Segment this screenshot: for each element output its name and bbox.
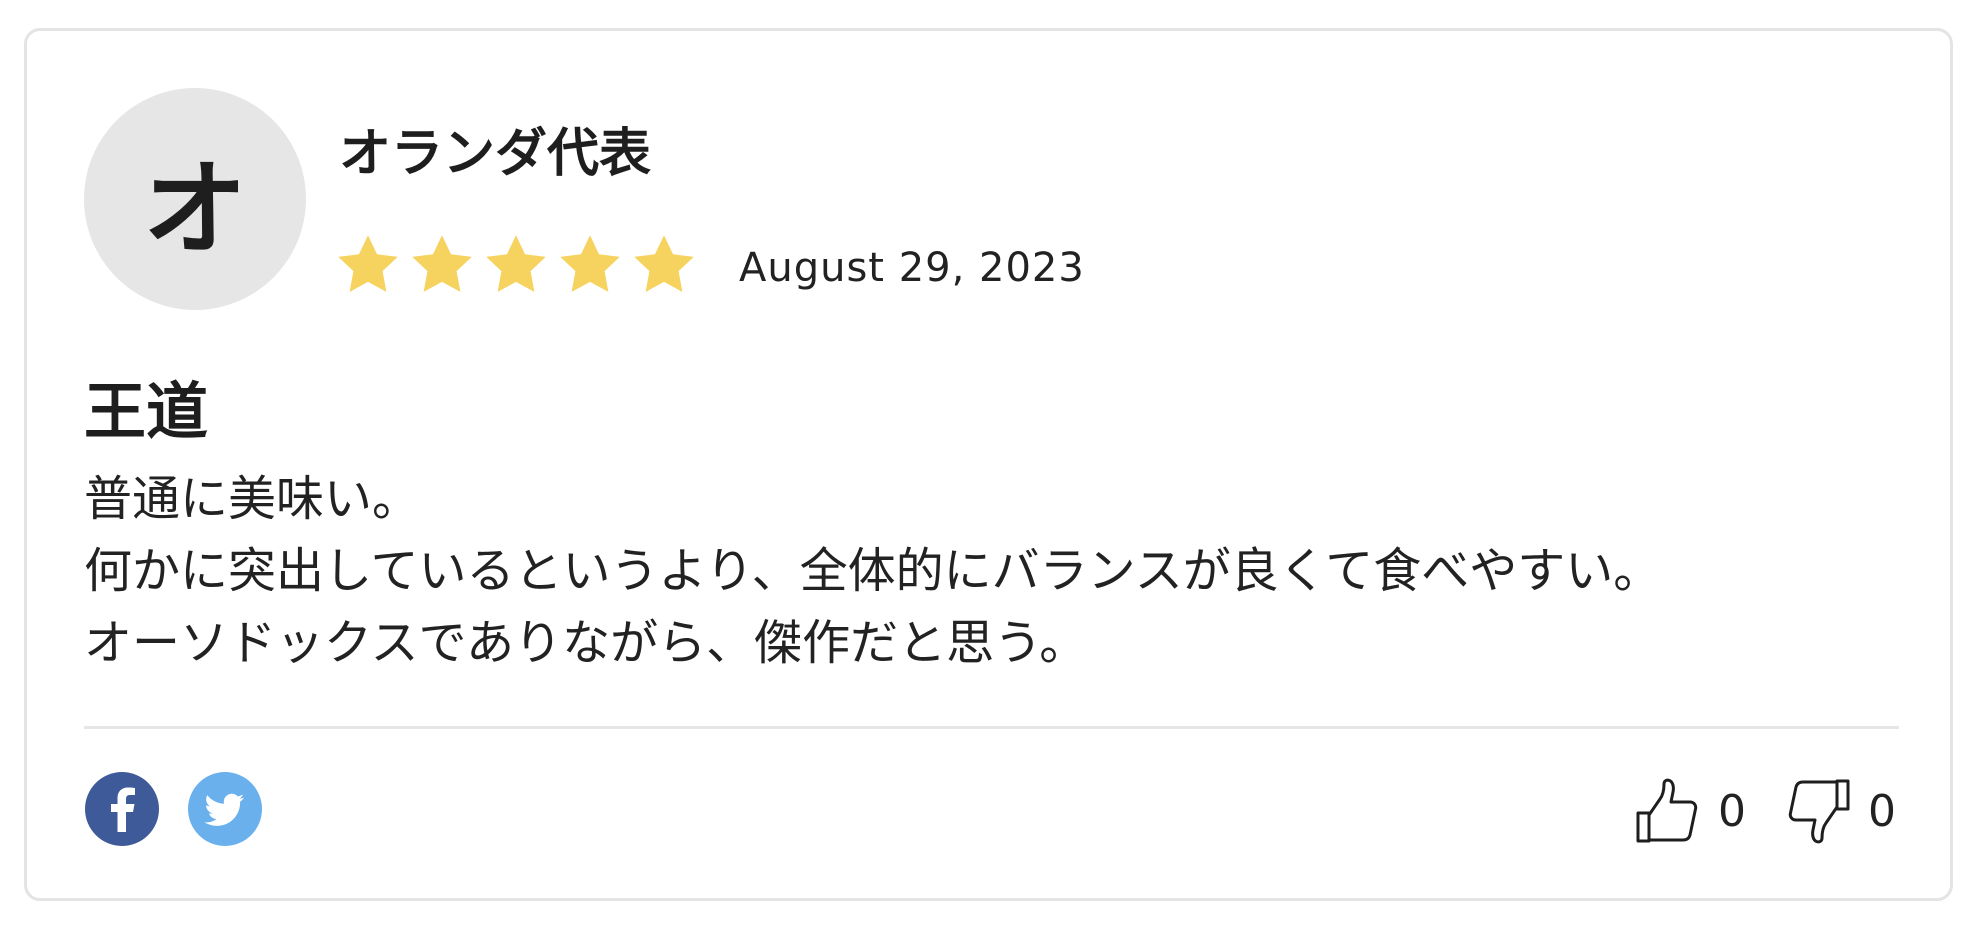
review-body-line: オーソドックスでありながら、傑作だと思う。: [84, 615, 1088, 671]
star-icon: [560, 235, 620, 292]
avatar: オ: [84, 88, 306, 310]
like-button[interactable]: 0: [1632, 773, 1746, 849]
star-rating: [333, 230, 699, 300]
star-icon: [412, 235, 472, 292]
divider: [84, 726, 1899, 729]
thumbs-up-icon: [1636, 778, 1698, 843]
facebook-share-button[interactable]: [85, 772, 159, 846]
star-icon: [486, 235, 546, 292]
review-title: 王道: [84, 375, 209, 448]
like-count: 0: [1718, 785, 1746, 837]
twitter-share-button[interactable]: [188, 772, 262, 846]
twitter-icon: [204, 793, 244, 826]
dislike-button[interactable]: 0: [1782, 773, 1896, 849]
dislike-count: 0: [1868, 785, 1896, 837]
review-date: August 29, 2023: [739, 245, 1085, 291]
review-body-line: 普通に美味い。: [84, 471, 421, 527]
facebook-icon: [111, 787, 135, 832]
avatar-initial: オ: [142, 147, 247, 270]
star-icon: [338, 235, 398, 292]
review-body-line: 何かに突出しているというより、全体的にバランスが良くて食べやすい。: [84, 543, 1662, 599]
thumbs-down-icon: [1788, 779, 1850, 844]
reviewer-name: オランダ代表: [339, 124, 652, 184]
star-icon: [634, 235, 694, 292]
review-body: 普通に美味い。 何かに突出しているというより、全体的にバランスが良くて食べやすい…: [84, 463, 1914, 679]
review-card: オ オランダ代表 August 29, 2023 王道 普通に美味い。 何かに突…: [24, 28, 1953, 901]
